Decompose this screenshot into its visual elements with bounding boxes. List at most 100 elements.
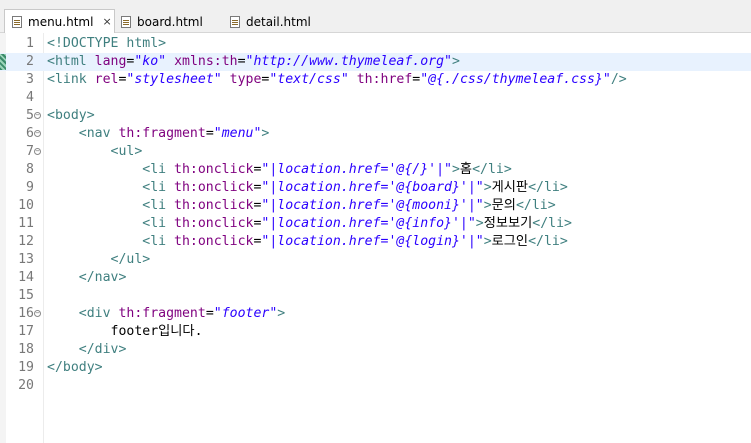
code-token: <li	[142, 216, 175, 231]
code-token: "@{./css/thymeleaf.css}"	[420, 72, 611, 87]
line-number: 12	[18, 234, 34, 249]
code-token: <body>	[47, 108, 95, 123]
line-number: 19	[18, 360, 34, 375]
code-token: th:onclick	[174, 198, 254, 213]
code-line[interactable]: 9 <li th:onclick="|location.href='@{boar…	[0, 179, 751, 197]
code-line[interactable]: 1 <!DOCTYPE html>	[0, 35, 751, 53]
code-token: </li>	[515, 198, 556, 213]
code-token: rel	[94, 72, 119, 87]
code-line[interactable]: 10 <li th:onclick="|location.href='@{moo…	[0, 197, 751, 215]
code-text: </nav>	[47, 269, 127, 287]
code-line[interactable]: 2 <html lang="ko" xmlns:th="http://www.th…	[0, 53, 751, 71]
code-token: lang	[94, 54, 127, 69]
code-token: <li	[142, 234, 175, 249]
code-token: footer입니다.	[110, 324, 203, 339]
line-number: 6	[26, 126, 34, 141]
code-token: <html	[47, 54, 95, 69]
code-text: <li th:onclick="|location.href='@{login}…	[47, 233, 568, 251]
code-token: 로그인	[491, 234, 529, 249]
tab-menu-html[interactable]: menu.html ×	[4, 9, 115, 33]
line-number: 3	[26, 72, 34, 87]
code-line[interactable]: 7− <ul>	[0, 143, 751, 161]
tab-detail-html[interactable]: detail.html	[230, 10, 330, 33]
line-number: 8	[26, 162, 34, 177]
code-token: th:href	[348, 72, 413, 87]
code-text: <nav th:fragment="menu">	[47, 125, 270, 143]
fold-toggle-icon[interactable]: −	[34, 310, 41, 317]
code-line[interactable]: 17 footer입니다.	[0, 323, 751, 341]
code-text: <html lang="ko" xmlns:th="http://www.thy…	[47, 53, 460, 71]
code-token: "stylesheet"	[126, 72, 222, 87]
fold-toggle-icon[interactable]: −	[34, 148, 41, 155]
code-token: <li	[142, 198, 175, 213]
close-icon[interactable]: ×	[102, 15, 111, 28]
line-number: 13	[18, 252, 34, 267]
code-token: 문의	[491, 198, 516, 213]
code-line[interactable]: 20	[0, 377, 751, 395]
fold-toggle-icon[interactable]: −	[34, 112, 41, 119]
code-line[interactable]: 19 </body>	[0, 359, 751, 377]
code-token: =	[237, 54, 246, 69]
code-token: "|location.href='@{login}'|"	[261, 234, 484, 249]
line-number: 14	[18, 270, 34, 285]
code-line[interactable]: 4	[0, 89, 751, 107]
code-text: <ul>	[47, 143, 143, 161]
line-number: 2	[26, 54, 34, 69]
code-token: th:onclick	[174, 216, 254, 231]
code-text: <li th:onclick="|location.href='@{mooni}…	[47, 197, 556, 215]
code-token: "text/css"	[269, 72, 349, 87]
tab-label: detail.html	[246, 14, 311, 29]
line-number: 9	[26, 180, 34, 195]
line-number: 1	[26, 36, 34, 51]
code-text: <link rel="stylesheet" type="text/css" t…	[47, 71, 627, 89]
tab-board-html[interactable]: board.html	[121, 10, 221, 33]
code-token: <link	[47, 72, 95, 87]
code-line[interactable]: 16− <div th:fragment="footer">	[0, 305, 751, 323]
line-number: 17	[18, 324, 34, 339]
code-line[interactable]: 11 <li th:onclick="|location.href='@{inf…	[0, 215, 751, 233]
code-token: "footer"	[213, 306, 278, 321]
code-line[interactable]: 15	[0, 287, 751, 305]
code-token: th:fragment	[118, 126, 206, 141]
code-line[interactable]: 18 </div>	[0, 341, 751, 359]
code-editor[interactable]: 1 <!DOCTYPE html> 2 <html lang = "ko" xmlns:t…	[0, 33, 751, 443]
code-token: </li>	[528, 180, 568, 195]
editor-tab-bar: menu.html × board.html detail.html	[0, 0, 751, 33]
code-token: >	[277, 306, 286, 321]
code-line[interactable]: 13 </ul>	[0, 251, 751, 269]
code-token: "http://www.thymeleaf.org"	[245, 54, 452, 69]
code-token: "|location.href='@{mooni}'|"	[261, 198, 484, 213]
code-line[interactable]: 8 <li th:onclick="|location.href='@{/}'|…	[0, 161, 751, 179]
line-number: 18	[18, 342, 34, 357]
code-line[interactable]: 3 <link rel="stylesheet" type="text/css" …	[0, 71, 751, 89]
code-token: "menu"	[213, 126, 262, 141]
fold-toggle-icon[interactable]: −	[34, 130, 41, 137]
code-token: />	[610, 72, 627, 87]
code-token: </li>	[528, 234, 568, 249]
code-token: 홈	[459, 162, 473, 177]
code-text: <li th:onclick="|location.href='@{board}…	[47, 179, 568, 197]
tab-label: menu.html	[28, 14, 94, 29]
code-token: </li>	[472, 162, 512, 177]
code-line[interactable]: 14 </nav>	[0, 269, 751, 287]
code-token: xmlns:th	[166, 54, 238, 69]
code-token: >	[483, 180, 492, 195]
code-text: <li th:onclick="|location.href='@{info}'…	[47, 215, 572, 233]
line-number: 10	[18, 198, 34, 213]
code-token: "|location.href='@{info}'|"	[261, 216, 476, 231]
code-token: <nav	[78, 126, 119, 141]
code-token: "ko"	[134, 54, 167, 69]
code-text: <!DOCTYPE html>	[47, 35, 166, 53]
line-number: 5	[26, 108, 34, 123]
code-line[interactable]: 5− <body>	[0, 107, 751, 125]
code-line[interactable]: 12 <li th:onclick="|location.href='@{log…	[0, 233, 751, 251]
code-line[interactable]: 6− <nav th:fragment="menu">	[0, 125, 751, 143]
